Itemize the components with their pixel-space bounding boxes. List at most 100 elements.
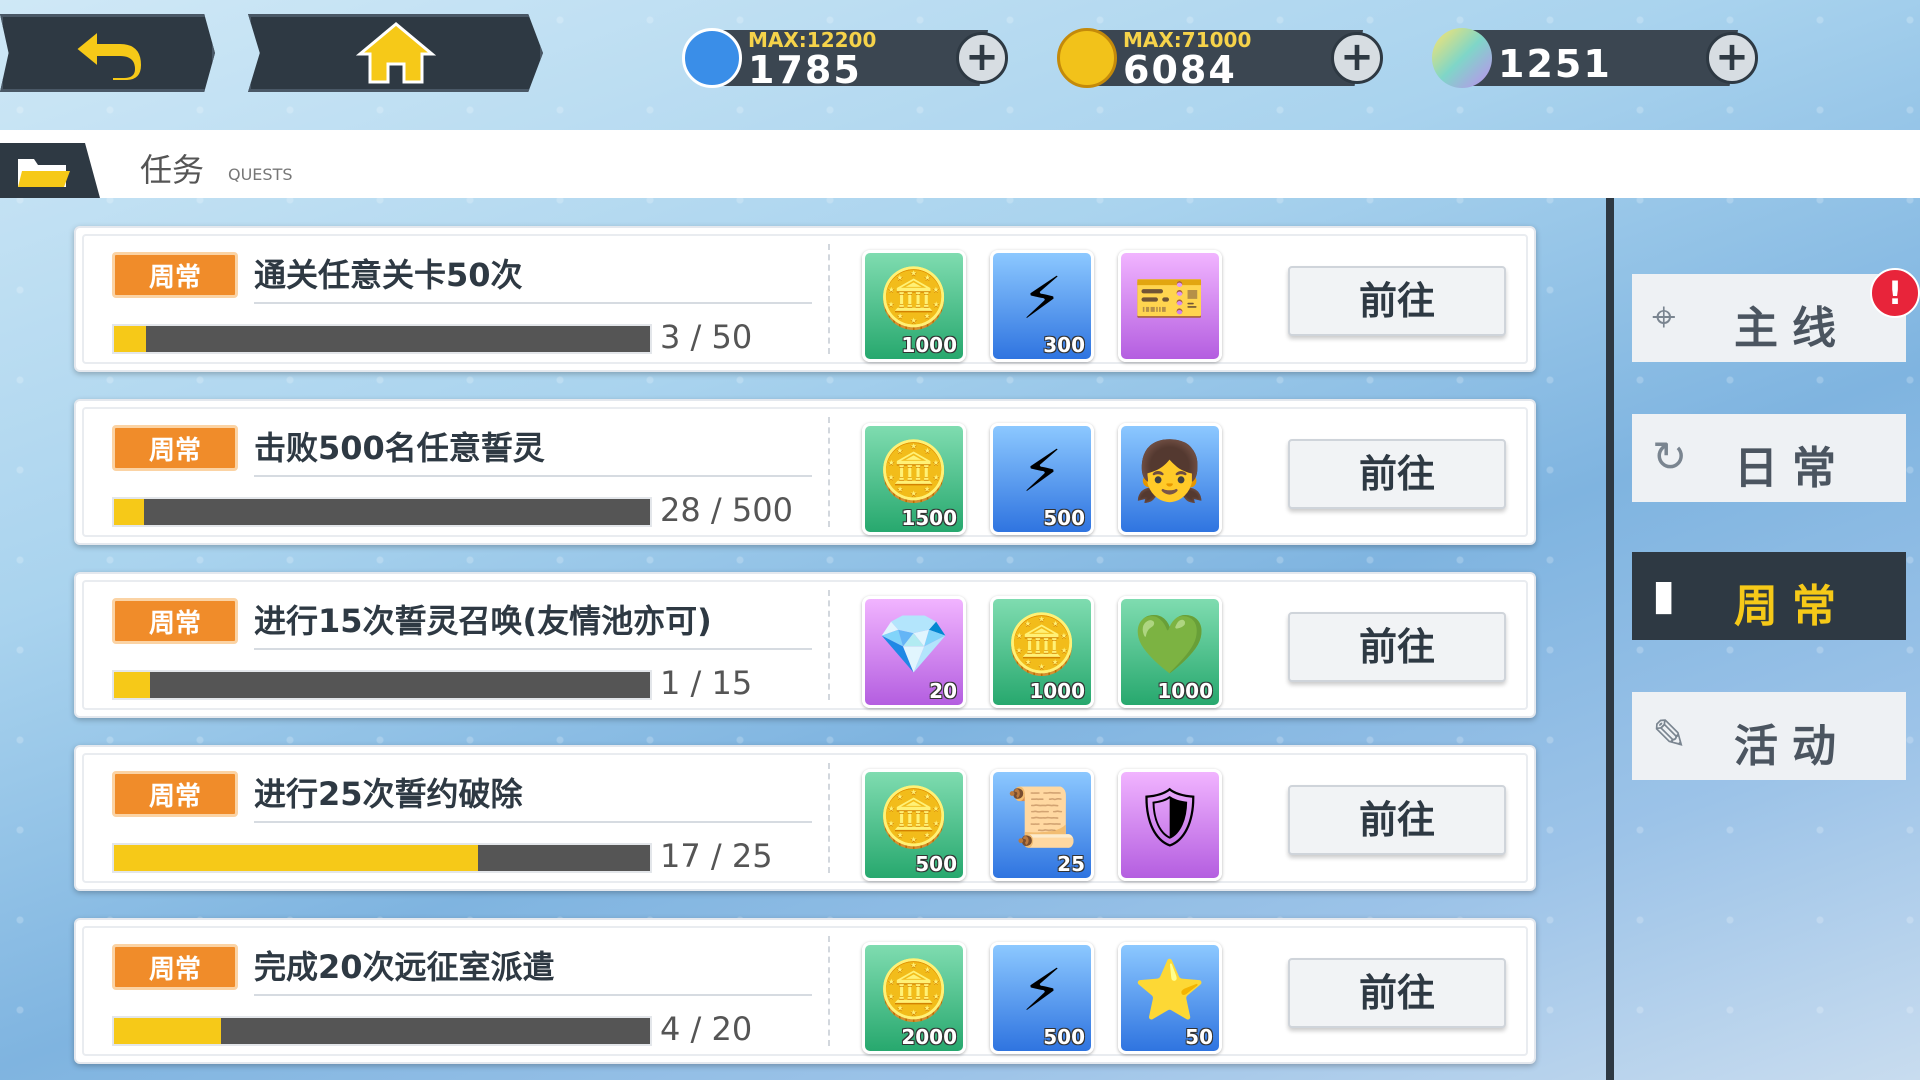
progress-text: 4 / 20 xyxy=(660,1010,753,1048)
reward-count: 500 xyxy=(1043,1025,1085,1049)
add-crystal-button[interactable]: + xyxy=(1706,32,1758,84)
progress-fill xyxy=(114,672,150,698)
reward-count: 50 xyxy=(1185,1025,1213,1049)
quest-card: 周常 进行15次誓灵召唤(友情池亦可) 1 / 15 前往 💎 20 🪙 1000… xyxy=(74,572,1536,718)
quest-name: 通关任意关卡50次 xyxy=(254,256,523,294)
tab-3[interactable]: ✎ 活动 xyxy=(1632,692,1906,780)
title-strip xyxy=(0,130,1920,198)
tab-2[interactable]: ▮ 周常 xyxy=(1632,552,1906,640)
quest-tag: 周常 xyxy=(112,598,238,644)
quest-card: 周常 完成20次远征室派遣 4 / 20 前往 🪙 2000 ⚡ 500 ⭐ 50 xyxy=(74,918,1536,1064)
reward-item[interactable]: 🪙 1000 xyxy=(862,250,966,362)
reward-item[interactable]: 🪙 2000 xyxy=(862,942,966,1054)
quest-divider xyxy=(254,648,812,650)
tab-label: 活动 xyxy=(1734,721,1850,772)
bar-chart-icon: ▮ xyxy=(1652,570,1676,619)
star-coin-icon: ⭐ xyxy=(1133,956,1207,1024)
tab-0[interactable]: ⌖ 主线 xyxy=(1632,274,1906,362)
reward-count: 300 xyxy=(1043,333,1085,357)
add-energy-button[interactable]: + xyxy=(956,32,1008,84)
resource-crystal: 1251 + xyxy=(1418,22,1768,94)
home-button[interactable] xyxy=(248,14,543,92)
quest-card: 周常 通关任意关卡50次 3 / 50 前往 🪙 1000 ⚡ 300 🎫 xyxy=(74,226,1536,372)
quest-name: 进行15次誓灵召唤(友情池亦可) xyxy=(254,602,712,640)
quest-card: 周常 进行25次誓约破除 17 / 25 前往 🪙 500 📜 25 🛡 xyxy=(74,745,1536,891)
wrench-icon: ✎ xyxy=(1652,710,1688,759)
quest-tag: 周常 xyxy=(112,425,238,471)
progress-fill xyxy=(114,1018,222,1044)
reward-item[interactable]: 🎫 xyxy=(1118,250,1222,362)
resource-energy: MAX:12200 1785 + xyxy=(668,22,1018,94)
progress-fill xyxy=(114,326,147,352)
quest-tag: 周常 xyxy=(112,252,238,298)
reward-item[interactable]: 🪙 500 xyxy=(862,769,966,881)
quest-divider xyxy=(254,821,812,823)
progress-bar xyxy=(112,670,652,700)
quest-name: 击败500名任意誓灵 xyxy=(254,429,545,467)
scroll-icon: 📜 xyxy=(1005,783,1079,851)
reward-item[interactable]: 👧 xyxy=(1118,423,1222,535)
folder-tab xyxy=(0,143,100,198)
quest-tag: 周常 xyxy=(112,771,238,817)
progress-bar xyxy=(112,324,652,354)
progress-bar xyxy=(112,497,652,527)
reward-separator xyxy=(828,590,830,700)
reward-item[interactable]: ⚡ 500 xyxy=(990,423,1094,535)
go-button[interactable]: 前往 xyxy=(1288,266,1506,336)
reward-count: 2000 xyxy=(901,1025,957,1049)
quest-divider xyxy=(254,475,812,477)
reward-item[interactable]: 🪙 1000 xyxy=(990,596,1094,708)
page-subtitle: QUESTS xyxy=(228,165,293,184)
reward-separator xyxy=(828,417,830,527)
progress-text: 17 / 25 xyxy=(660,837,773,875)
battery-icon: ⚡ xyxy=(1021,264,1063,332)
progress-bar xyxy=(112,1016,652,1046)
resource-value: 1251 xyxy=(1498,42,1612,86)
battery-icon xyxy=(682,28,742,88)
reward-separator xyxy=(828,244,830,354)
back-arrow-icon xyxy=(73,28,143,82)
reward-count: 1000 xyxy=(901,333,957,357)
reward-item[interactable]: ⚡ 500 xyxy=(990,942,1094,1054)
reward-separator xyxy=(828,936,830,1046)
add-gold-button[interactable]: + xyxy=(1331,32,1383,84)
armor-chest-icon: 🛡 xyxy=(1133,783,1207,851)
tab-divider xyxy=(1606,198,1614,1080)
tab-1[interactable]: ↻ 日常 xyxy=(1632,414,1906,502)
reward-count: 25 xyxy=(1057,852,1085,876)
progress-text: 3 / 50 xyxy=(660,318,753,356)
folder-icon xyxy=(18,159,70,187)
go-button[interactable]: 前往 xyxy=(1288,439,1506,509)
tab-label: 主线 xyxy=(1734,303,1850,354)
go-button[interactable]: 前往 xyxy=(1288,958,1506,1028)
reward-item[interactable]: ⭐ 50 xyxy=(1118,942,1222,1054)
progress-fill xyxy=(114,845,479,871)
gold-coin-icon xyxy=(1057,28,1117,88)
quest-name: 完成20次远征室派遣 xyxy=(254,948,555,986)
alert-badge: ! xyxy=(1870,268,1920,318)
progress-text: 1 / 15 xyxy=(660,664,753,702)
reward-item[interactable]: 📜 25 xyxy=(990,769,1094,881)
go-button[interactable]: 前往 xyxy=(1288,612,1506,682)
tab-label: 日常 xyxy=(1734,443,1850,494)
reward-item[interactable]: 💚 1000 xyxy=(1118,596,1222,708)
back-button[interactable] xyxy=(0,14,215,92)
reward-item[interactable]: 🪙 1500 xyxy=(862,423,966,535)
reward-item[interactable]: ⚡ 300 xyxy=(990,250,1094,362)
resource-value: 1785 xyxy=(748,48,862,92)
reward-count: 1000 xyxy=(1157,679,1213,703)
refresh-icon: ↻ xyxy=(1652,432,1688,481)
gold-coin-icon: 🪙 xyxy=(877,264,951,332)
reward-count: 1000 xyxy=(1029,679,1085,703)
reward-item[interactable]: 🛡 xyxy=(1118,769,1222,881)
go-button[interactable]: 前往 xyxy=(1288,785,1506,855)
reward-count: 20 xyxy=(929,679,957,703)
reward-count: 500 xyxy=(1043,506,1085,530)
page-title: 任务 xyxy=(140,151,205,189)
map-pin-icon: ⌖ xyxy=(1652,292,1676,341)
reward-item[interactable]: 💎 20 xyxy=(862,596,966,708)
heart-coin-icon: 💚 xyxy=(1133,610,1207,678)
progress-text: 28 / 500 xyxy=(660,491,793,529)
crystal-icon: 💎 xyxy=(877,610,951,678)
character-portrait-icon: 👧 xyxy=(1133,437,1207,505)
